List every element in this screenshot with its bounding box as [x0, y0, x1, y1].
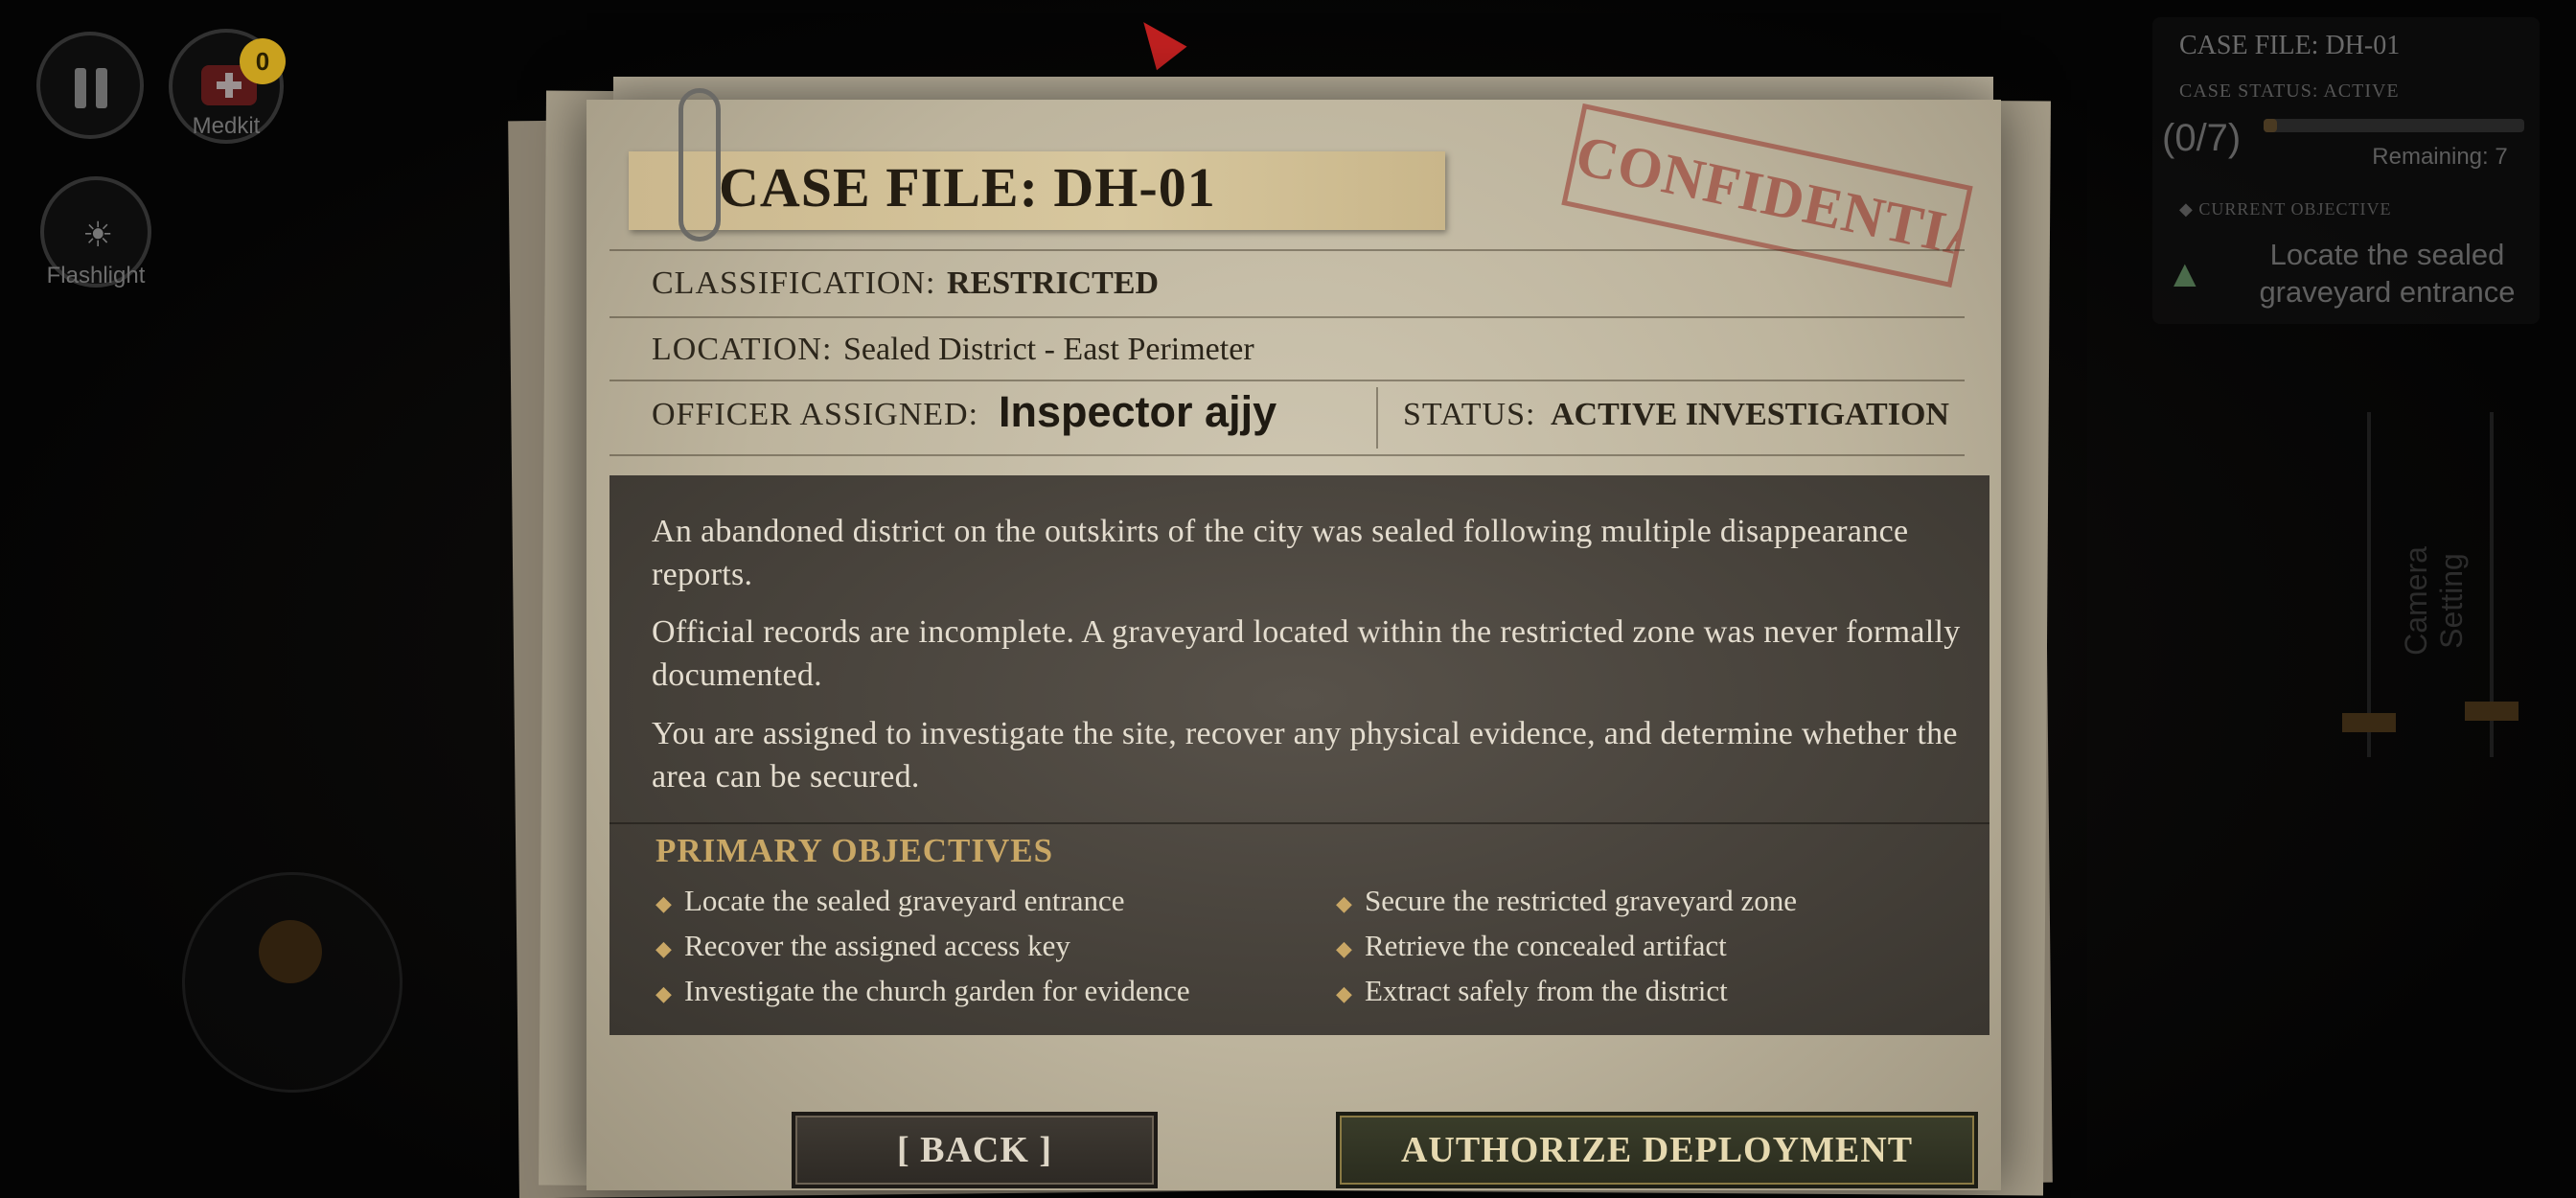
officer-label: OFFICER ASSIGNED:	[652, 397, 979, 432]
objective-item: Locate the sealed graveyard entrance	[684, 884, 1125, 917]
bullet-icon: ◆	[656, 981, 672, 1005]
camera-slider-handle-2[interactable]	[2465, 702, 2518, 721]
field-separator	[1376, 387, 1378, 449]
objective-item: Investigate the church garden for eviden…	[684, 974, 1190, 1007]
camera-slider-handle-1[interactable]	[2342, 713, 2396, 732]
medkit-count-badge: 0	[240, 38, 286, 84]
panel-objective-header: ◆ CURRENT OBJECTIVE	[2179, 199, 2392, 219]
divider	[610, 249, 1965, 251]
briefing-paragraph: An abandoned district on the outskirts o…	[652, 514, 1909, 592]
location-value: Sealed District - East Perimeter	[843, 332, 1254, 367]
case-status-panel: CASE FILE: DH-01 CASE STATUS: ACTIVE (0/…	[2152, 17, 2540, 324]
back-button[interactable]: [ BACK ]	[792, 1112, 1158, 1188]
map-marker-icon: ▲	[2166, 253, 2204, 295]
pause-button[interactable]	[36, 32, 144, 139]
paperclip-icon	[678, 88, 721, 242]
panel-objective-text: Locate the sealed graveyard entrance	[2259, 238, 2516, 309]
divider	[610, 316, 1965, 318]
officer-value: Inspector ajjy	[999, 387, 1277, 436]
camera-slider-track-1[interactable]	[2367, 412, 2371, 757]
bullet-icon: ◆	[1336, 891, 1352, 915]
panel-progress-bar	[2264, 119, 2524, 132]
divider	[610, 380, 1965, 381]
flashlight-label: Flashlight	[46, 263, 146, 288]
status-value: ACTIVE INVESTIGATION	[1551, 397, 1949, 432]
panel-remaining: Remaining: 7	[2372, 144, 2508, 170]
objective-item: Secure the restricted graveyard zone	[1365, 884, 1797, 917]
case-file-title: CASE FILE: DH-01	[719, 156, 1216, 219]
briefing-section: An abandoned district on the outskirts o…	[610, 475, 1990, 1035]
status-label: STATUS:	[1403, 397, 1536, 432]
bullet-icon: ◆	[656, 936, 672, 960]
divider	[610, 454, 1965, 456]
medkit-label: Medkit	[192, 113, 261, 139]
panel-objective-header-text: CURRENT OBJECTIVE	[2198, 199, 2392, 219]
flashlight-icon: ☀	[82, 216, 114, 254]
objective-item: Recover the assigned access key	[684, 929, 1070, 962]
objective-item: Retrieve the concealed artifact	[1365, 929, 1727, 962]
camera-setting-label: Camera Setting	[2399, 546, 2469, 656]
briefing-divider	[610, 822, 1990, 824]
panel-case-status: CASE STATUS: ACTIVE	[2179, 81, 2400, 102]
bullet-icon: ◆	[656, 891, 672, 915]
bullet-icon: ◆	[1336, 981, 1352, 1005]
objective-item: Extract safely from the district	[1365, 974, 1728, 1007]
joystick-knob[interactable]	[259, 920, 322, 983]
classification-value: RESTRICTED	[947, 265, 1160, 301]
authorize-deployment-button[interactable]: AUTHORIZE DEPLOYMENT	[1336, 1112, 1978, 1188]
panel-case-title: CASE FILE: DH-01	[2179, 31, 2401, 60]
briefing-paragraph: Official records are incomplete. A grave…	[652, 614, 1961, 693]
objectives-header: PRIMARY OBJECTIVES	[656, 832, 1054, 869]
bullet-icon: ◆	[1336, 936, 1352, 960]
pause-icon-bar	[96, 68, 107, 108]
pause-icon	[75, 68, 86, 108]
panel-progress-fill	[2264, 119, 2277, 132]
panel-progress-count: (0/7)	[2162, 117, 2242, 159]
classification-label: CLASSIFICATION:	[652, 265, 936, 301]
briefing-paragraph: You are assigned to investigate the site…	[652, 716, 1958, 795]
location-label: LOCATION:	[652, 332, 833, 367]
